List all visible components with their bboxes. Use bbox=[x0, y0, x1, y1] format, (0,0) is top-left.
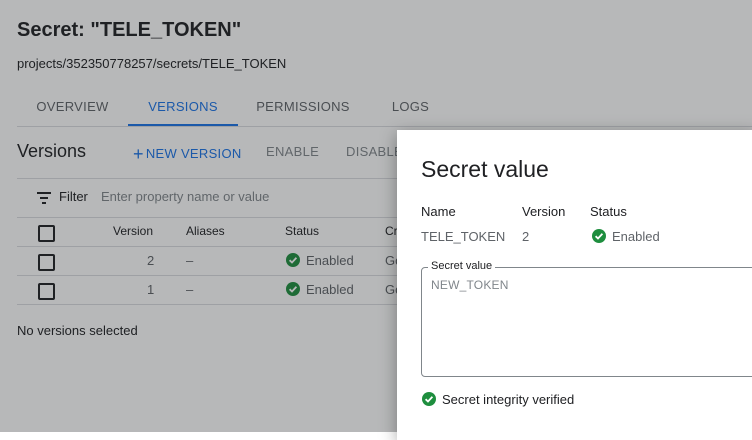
secret-version-value: 2 bbox=[522, 229, 530, 244]
secret-value-label: Secret value bbox=[428, 260, 496, 272]
name-header: Name bbox=[421, 204, 456, 219]
dialog-title: Secret value bbox=[421, 156, 549, 182]
integrity-text: Secret integrity verified bbox=[442, 392, 575, 407]
status-text: Enabled bbox=[612, 229, 660, 244]
version-header: Version bbox=[522, 204, 566, 219]
secret-status-value: Enabled bbox=[592, 229, 660, 244]
integrity-status: Secret integrity verified bbox=[422, 392, 574, 407]
check-circle-icon bbox=[422, 392, 436, 406]
secret-name-value: TELE_TOKEN bbox=[421, 229, 506, 244]
status-header: Status bbox=[590, 204, 627, 219]
secret-value-dialog: Secret value Name Version Status TELE_TO… bbox=[397, 130, 752, 440]
secret-value-text[interactable]: NEW_TOKEN bbox=[431, 278, 509, 292]
check-circle-icon bbox=[592, 229, 606, 243]
secret-value-field[interactable]: Secret value NEW_TOKEN bbox=[421, 260, 752, 377]
